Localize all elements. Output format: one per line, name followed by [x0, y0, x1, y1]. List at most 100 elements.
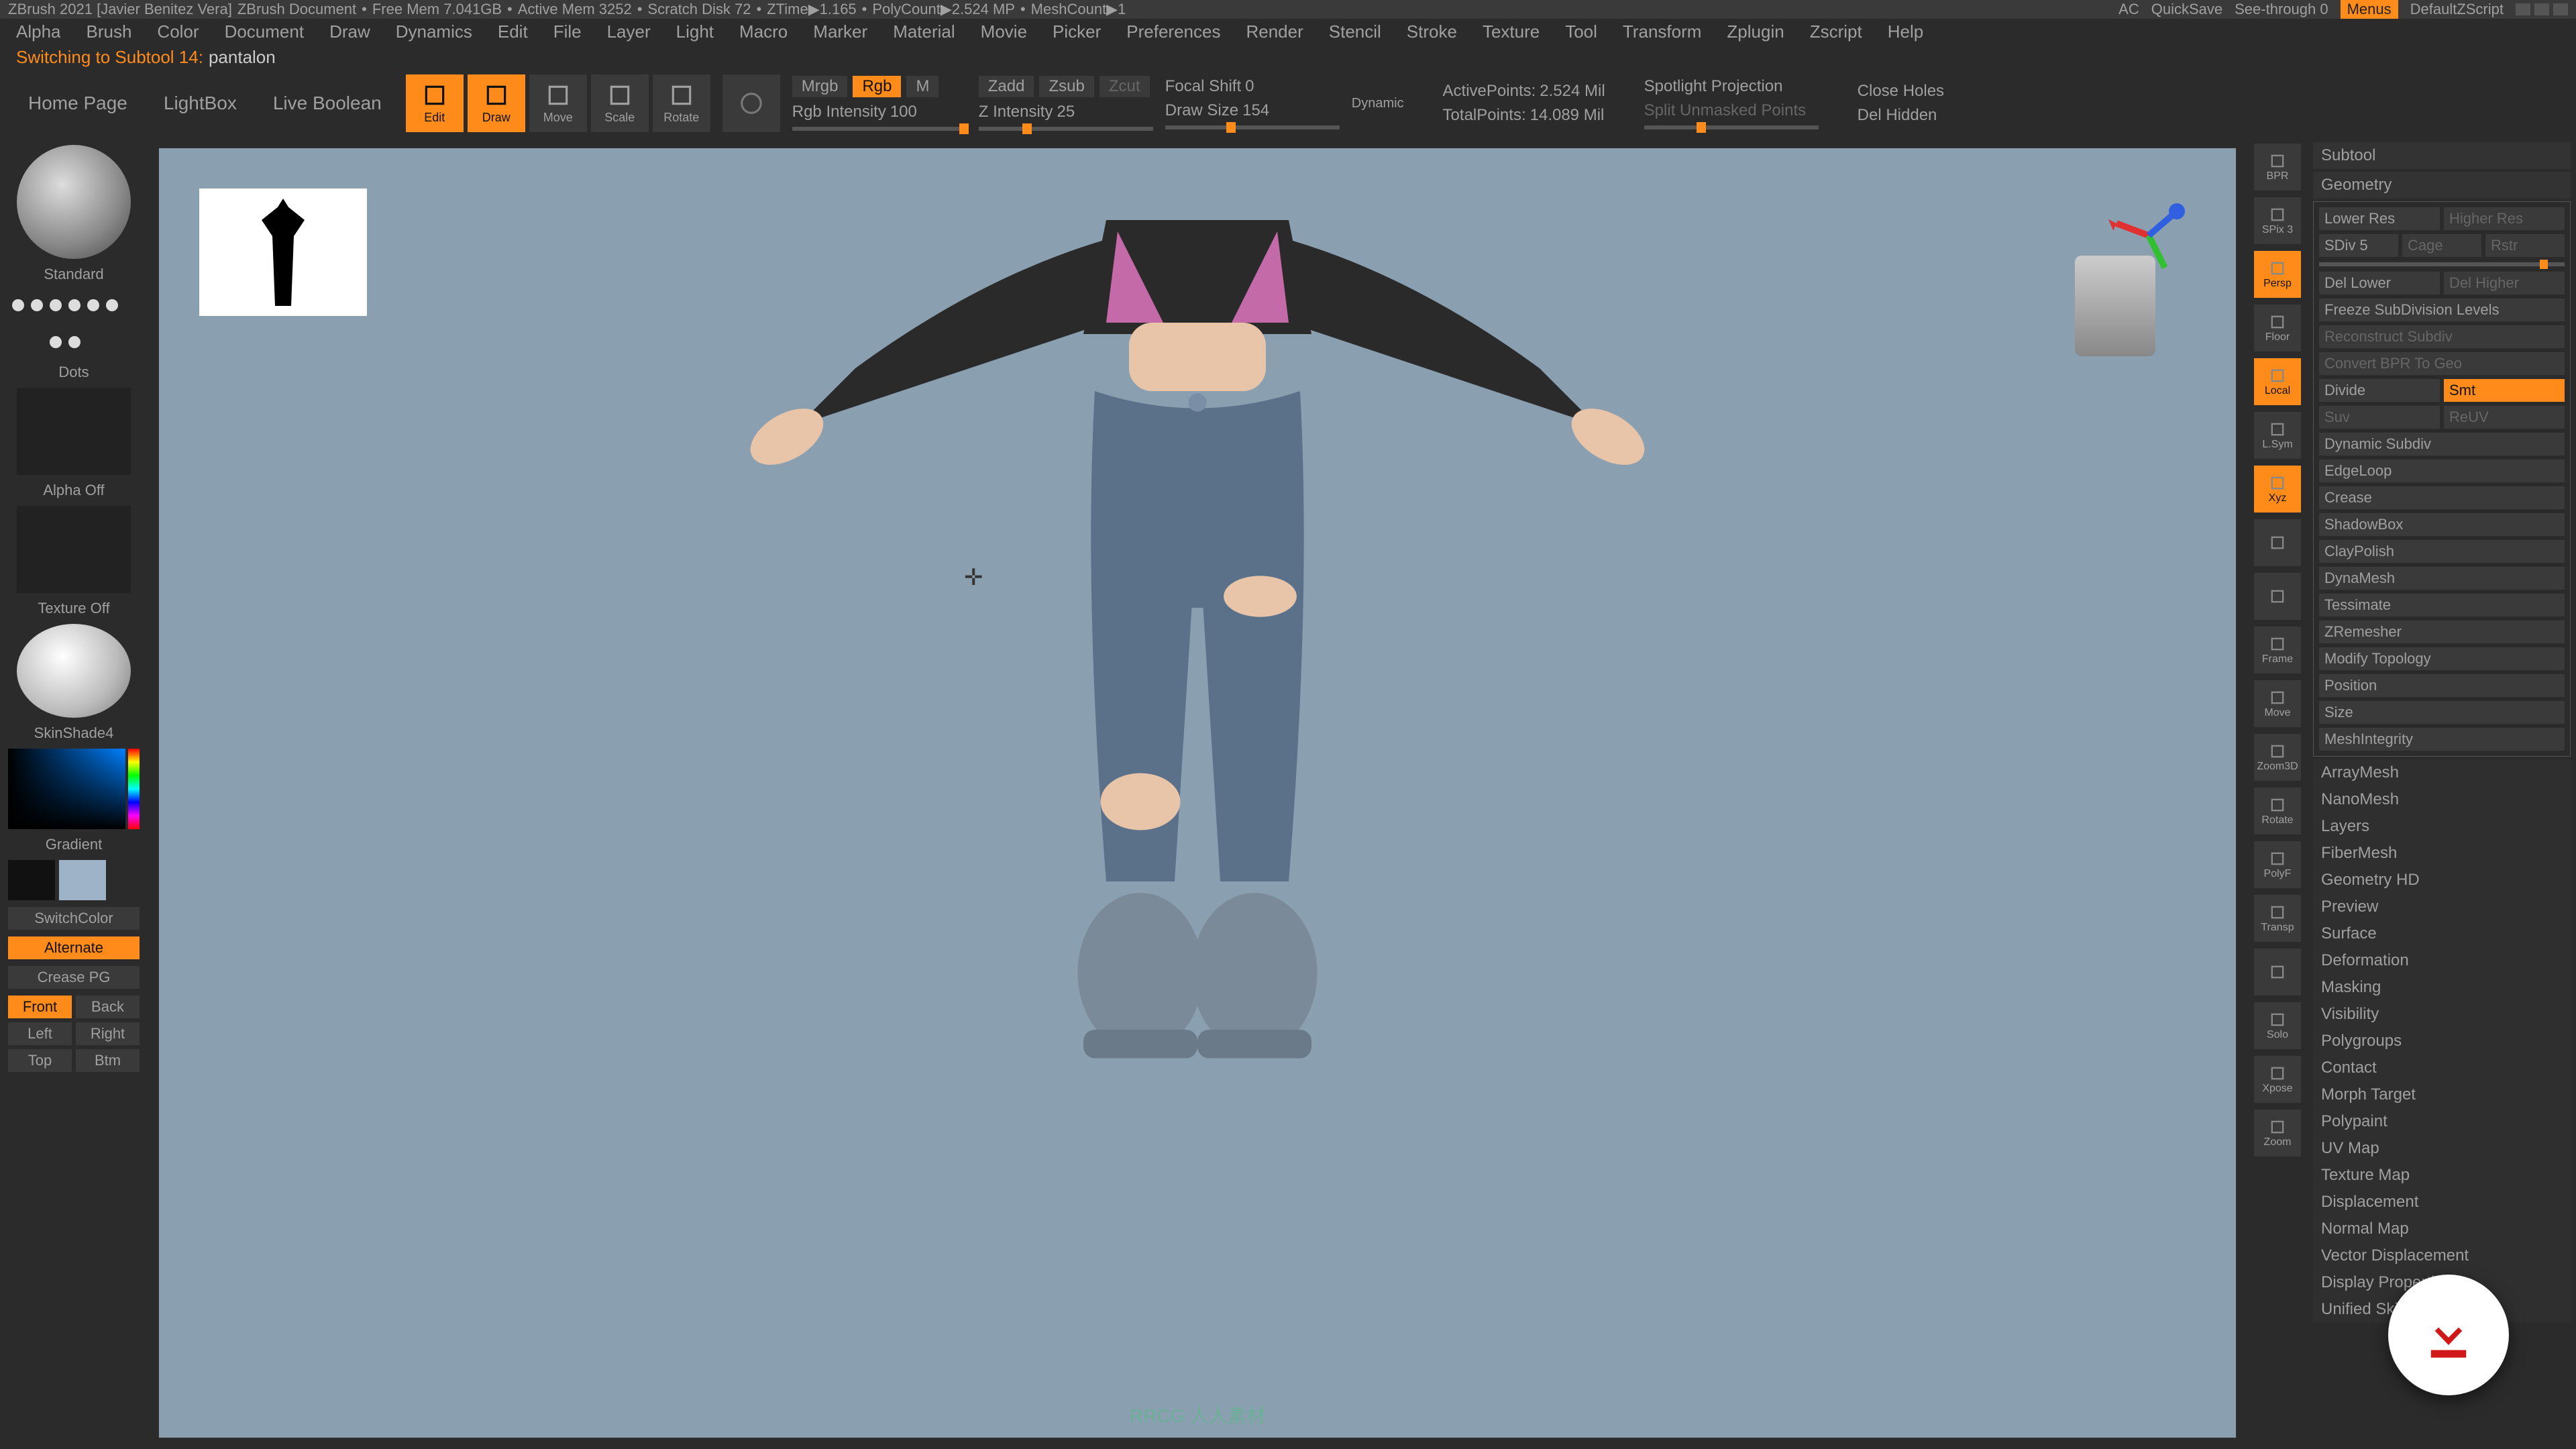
zcut-button[interactable]: Zcut [1099, 76, 1150, 97]
geo-size[interactable]: Size [2319, 701, 2565, 724]
btm-button[interactable]: Btm [76, 1049, 140, 1072]
crease-pg-button[interactable]: Crease PG [8, 966, 140, 989]
menu-material[interactable]: Material [893, 21, 955, 42]
close-holes-button[interactable]: Close Holes [1858, 82, 1944, 101]
section-geometry-hd[interactable]: Geometry HD [2313, 867, 2571, 894]
section-texture-map[interactable]: Texture Map [2313, 1162, 2571, 1189]
rs-solo[interactable]: Solo [2254, 1002, 2301, 1049]
rs-rotate[interactable]: Rotate [2254, 788, 2301, 835]
menu-render[interactable]: Render [1246, 21, 1303, 42]
section-visibility[interactable]: Visibility [2313, 1001, 2571, 1028]
rs-move[interactable]: Move [2254, 680, 2301, 727]
dynamic-toggle[interactable]: Dynamic [1352, 96, 1404, 111]
section-morph-target[interactable]: Morph Target [2313, 1081, 2571, 1108]
menu-transform[interactable]: Transform [1623, 21, 1702, 42]
geo-modify-topology[interactable]: Modify Topology [2319, 647, 2565, 670]
geo-crease[interactable]: Crease [2319, 486, 2565, 509]
material-thumbnail[interactable] [17, 624, 131, 718]
menu-stroke[interactable]: Stroke [1407, 21, 1457, 42]
menu-marker[interactable]: Marker [813, 21, 867, 42]
geo-suv[interactable]: Suv [2319, 406, 2440, 429]
split-unmasked[interactable]: Split Unmasked Points [1644, 101, 1819, 120]
menu-layer[interactable]: Layer [607, 21, 651, 42]
z-intensity-slider[interactable]: Z Intensity25 [979, 103, 1153, 121]
switchcolor-button[interactable]: SwitchColor [8, 907, 140, 930]
right-button[interactable]: Right [76, 1022, 140, 1045]
rs-spix-3[interactable]: SPix 3 [2254, 197, 2301, 244]
edit-tool[interactable]: Edit [406, 74, 464, 132]
back-button[interactable]: Back [76, 996, 140, 1018]
rs-bpr[interactable]: BPR [2254, 144, 2301, 191]
menu-edit[interactable]: Edit [498, 21, 528, 42]
geo-higher-res[interactable]: Higher Res [2444, 207, 2565, 230]
alpha-thumbnail[interactable] [17, 388, 131, 475]
geo-tessimate[interactable]: Tessimate [2319, 594, 2565, 616]
geo-cage[interactable]: Cage [2402, 234, 2481, 257]
section-vector-displacement[interactable]: Vector Displacement [2313, 1242, 2571, 1269]
rgb-button[interactable]: Rgb [853, 76, 901, 97]
geo-meshintegrity[interactable]: MeshIntegrity [2319, 728, 2565, 751]
color-picker[interactable] [8, 749, 125, 829]
menu-tool[interactable]: Tool [1565, 21, 1597, 42]
section-fibermesh[interactable]: FiberMesh [2313, 840, 2571, 867]
gradient-label[interactable]: Gradient [8, 836, 140, 853]
section-arraymesh[interactable]: ArrayMesh [2313, 759, 2571, 786]
rs-blank[interactable] [2254, 519, 2301, 566]
menu-file[interactable]: File [553, 21, 582, 42]
menus-button[interactable]: Menus [2341, 0, 2398, 19]
circle-placeholder-icon[interactable] [722, 74, 780, 132]
geo-dynamic-subdiv[interactable]: Dynamic Subdiv [2319, 433, 2565, 455]
texture-thumbnail[interactable] [17, 506, 131, 593]
del-hidden-button[interactable]: Del Hidden [1858, 106, 1944, 125]
alternate-button[interactable]: Alternate [8, 936, 140, 959]
geo-shadowbox[interactable]: ShadowBox [2319, 513, 2565, 536]
section-preview[interactable]: Preview [2313, 894, 2571, 920]
menu-help[interactable]: Help [1888, 21, 1923, 42]
hue-strip[interactable] [128, 749, 140, 829]
mrgb-button[interactable]: Mrgb [792, 76, 848, 97]
reference-thumbnail[interactable] [199, 189, 367, 316]
subtool-header[interactable]: Subtool [2313, 142, 2571, 169]
primary-color-swatch[interactable] [59, 860, 106, 900]
m-button[interactable]: M [906, 76, 938, 97]
menu-color[interactable]: Color [157, 21, 199, 42]
menu-light[interactable]: Light [676, 21, 714, 42]
max-icon[interactable] [2534, 3, 2549, 15]
rs-blank[interactable] [2254, 573, 2301, 620]
homepage-button[interactable]: Home Page [16, 85, 140, 122]
rs-zoom[interactable]: Zoom [2254, 1110, 2301, 1157]
viewport[interactable]: ✛ RRCG 人人素材 [158, 148, 2237, 1438]
rs-transp[interactable]: Transp [2254, 895, 2301, 942]
liveboolean-button[interactable]: Live Boolean [261, 85, 394, 122]
rgb-intensity-slider[interactable]: Rgb Intensity100 [792, 103, 967, 121]
geo-zremesher[interactable]: ZRemesher [2319, 621, 2565, 643]
geo-lower-res[interactable]: Lower Res [2319, 207, 2440, 230]
menu-stencil[interactable]: Stencil [1329, 21, 1381, 42]
section-contact[interactable]: Contact [2313, 1055, 2571, 1081]
default-zscript[interactable]: DefaultZScript [2410, 1, 2504, 18]
geo-del-lower[interactable]: Del Lower [2319, 272, 2440, 294]
geo-rstr[interactable]: Rstr [2485, 234, 2565, 257]
menu-document[interactable]: Document [225, 21, 305, 42]
geo-edgeloop[interactable]: EdgeLoop [2319, 460, 2565, 482]
rs-polyf[interactable]: PolyF [2254, 841, 2301, 888]
menu-brush[interactable]: Brush [87, 21, 132, 42]
menu-zscript[interactable]: Zscript [1810, 21, 1862, 42]
geometry-header[interactable]: Geometry [2313, 172, 2571, 199]
geo-claypolish[interactable]: ClayPolish [2319, 540, 2565, 563]
geo-freeze-subdivision-levels[interactable]: Freeze SubDivision Levels [2319, 299, 2565, 321]
geo-convert-bpr-to-geo[interactable]: Convert BPR To Geo [2319, 352, 2565, 375]
menu-macro[interactable]: Macro [739, 21, 788, 42]
rs-xyz[interactable]: Xyz [2254, 466, 2301, 513]
menu-dynamics[interactable]: Dynamics [396, 21, 472, 42]
section-layers[interactable]: Layers [2313, 813, 2571, 840]
section-surface[interactable]: Surface [2313, 920, 2571, 947]
floating-download-button[interactable] [2388, 1275, 2509, 1395]
menu-alpha[interactable]: Alpha [16, 21, 61, 42]
scale-tool[interactable]: Scale [591, 74, 649, 132]
rotate-tool[interactable]: Rotate [653, 74, 710, 132]
seethrough-slider[interactable]: See-through 0 [2235, 1, 2328, 18]
menu-texture[interactable]: Texture [1483, 21, 1540, 42]
section-nanomesh[interactable]: NanoMesh [2313, 786, 2571, 813]
geo-reconstruct-subdiv[interactable]: Reconstruct Subdiv [2319, 325, 2565, 348]
